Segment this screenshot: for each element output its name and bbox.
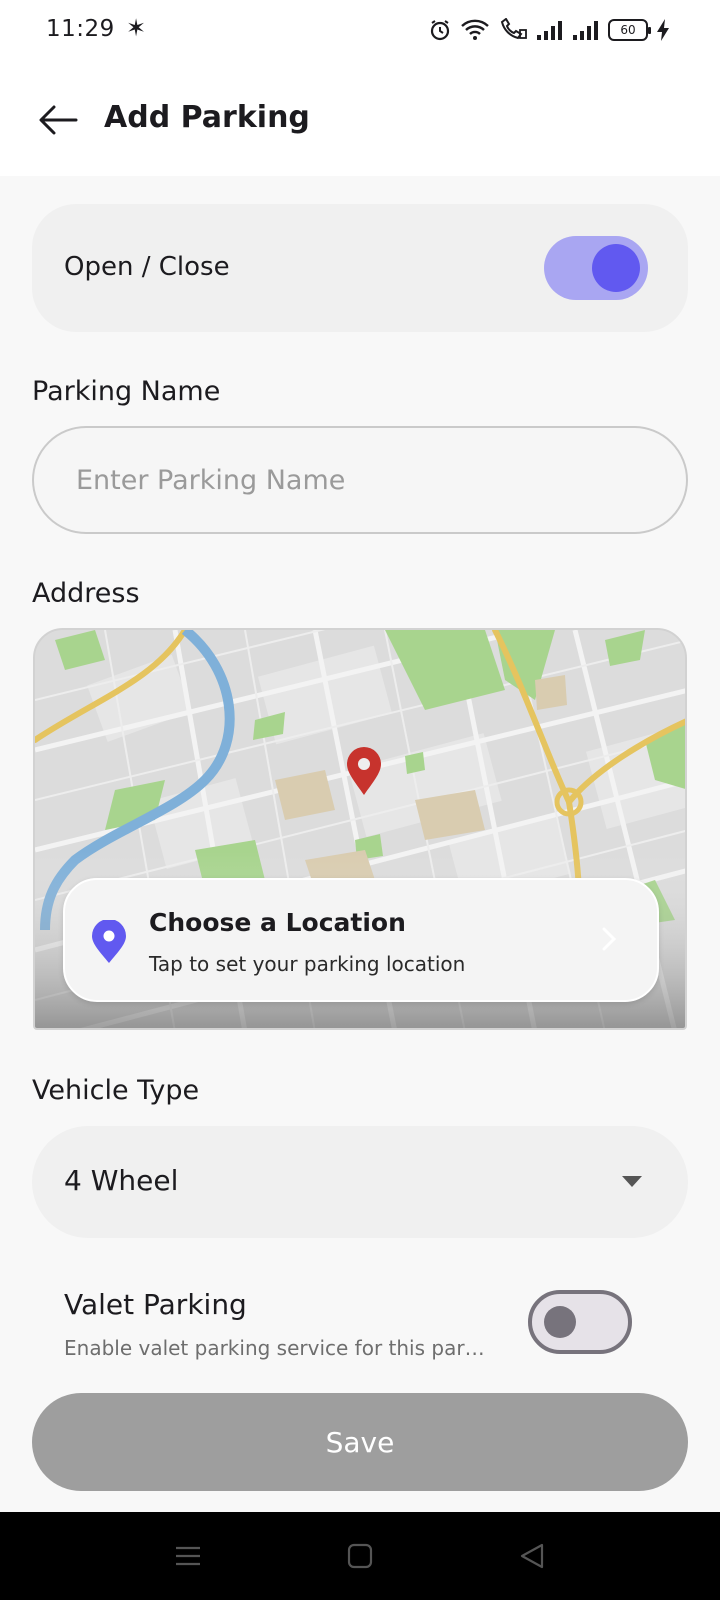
chevron-right-icon bbox=[602, 927, 617, 951]
system-nav-bar bbox=[0, 1512, 720, 1600]
map-pin-icon bbox=[347, 747, 381, 795]
save-button[interactable]: Save bbox=[32, 1393, 688, 1491]
toggle-thumb bbox=[544, 1306, 576, 1338]
parking-name-label: Parking Name bbox=[32, 376, 221, 407]
open-close-label: Open / Close bbox=[64, 252, 230, 282]
location-pin-icon bbox=[92, 920, 126, 963]
vehicle-type-value: 4 Wheel bbox=[64, 1164, 179, 1197]
choose-location-card[interactable]: Choose a Location Tap to set your parkin… bbox=[63, 878, 659, 1002]
address-map[interactable]: Choose a Location Tap to set your parkin… bbox=[33, 628, 687, 1030]
wifi-calling-icon bbox=[500, 18, 527, 40]
dropdown-arrow-icon bbox=[622, 1176, 642, 1187]
open-close-toggle[interactable] bbox=[544, 236, 648, 300]
vehicle-type-dropdown[interactable]: 4 Wheel bbox=[32, 1126, 688, 1238]
back-nav-icon[interactable] bbox=[516, 1540, 548, 1572]
page-title: Add Parking bbox=[104, 100, 310, 135]
back-button[interactable] bbox=[32, 94, 84, 146]
bluetooth-icon: ✶ bbox=[126, 14, 147, 42]
battery-icon: 60 bbox=[608, 19, 651, 41]
open-close-card: Open / Close bbox=[32, 204, 688, 332]
alarm-icon bbox=[430, 20, 450, 41]
valet-parking-toggle[interactable] bbox=[528, 1290, 632, 1354]
valet-parking-title: Valet Parking bbox=[64, 1288, 247, 1321]
signal-icon-1 bbox=[537, 21, 562, 40]
parking-name-input[interactable] bbox=[32, 426, 688, 534]
choose-location-subtitle: Tap to set your parking location bbox=[149, 952, 466, 976]
vehicle-type-label: Vehicle Type bbox=[32, 1075, 200, 1106]
arrow-left-icon bbox=[39, 105, 78, 135]
status-bar: 11:29 ✶ 60 bbox=[0, 0, 720, 64]
status-icons: 60 bbox=[428, 18, 670, 42]
menu-icon[interactable] bbox=[172, 1540, 204, 1572]
signal-icon-2 bbox=[573, 21, 598, 40]
home-icon[interactable] bbox=[344, 1540, 376, 1572]
status-time: 11:29 bbox=[46, 16, 115, 42]
toggle-thumb bbox=[592, 244, 640, 292]
app-bar: Add Parking bbox=[0, 64, 720, 176]
wifi-icon bbox=[461, 19, 489, 40]
choose-location-title: Choose a Location bbox=[149, 908, 406, 937]
battery-level: 60 bbox=[620, 23, 636, 37]
address-label: Address bbox=[32, 578, 140, 609]
charging-icon bbox=[657, 19, 669, 41]
valet-parking-description: Enable valet parking service for this pa… bbox=[64, 1336, 494, 1360]
